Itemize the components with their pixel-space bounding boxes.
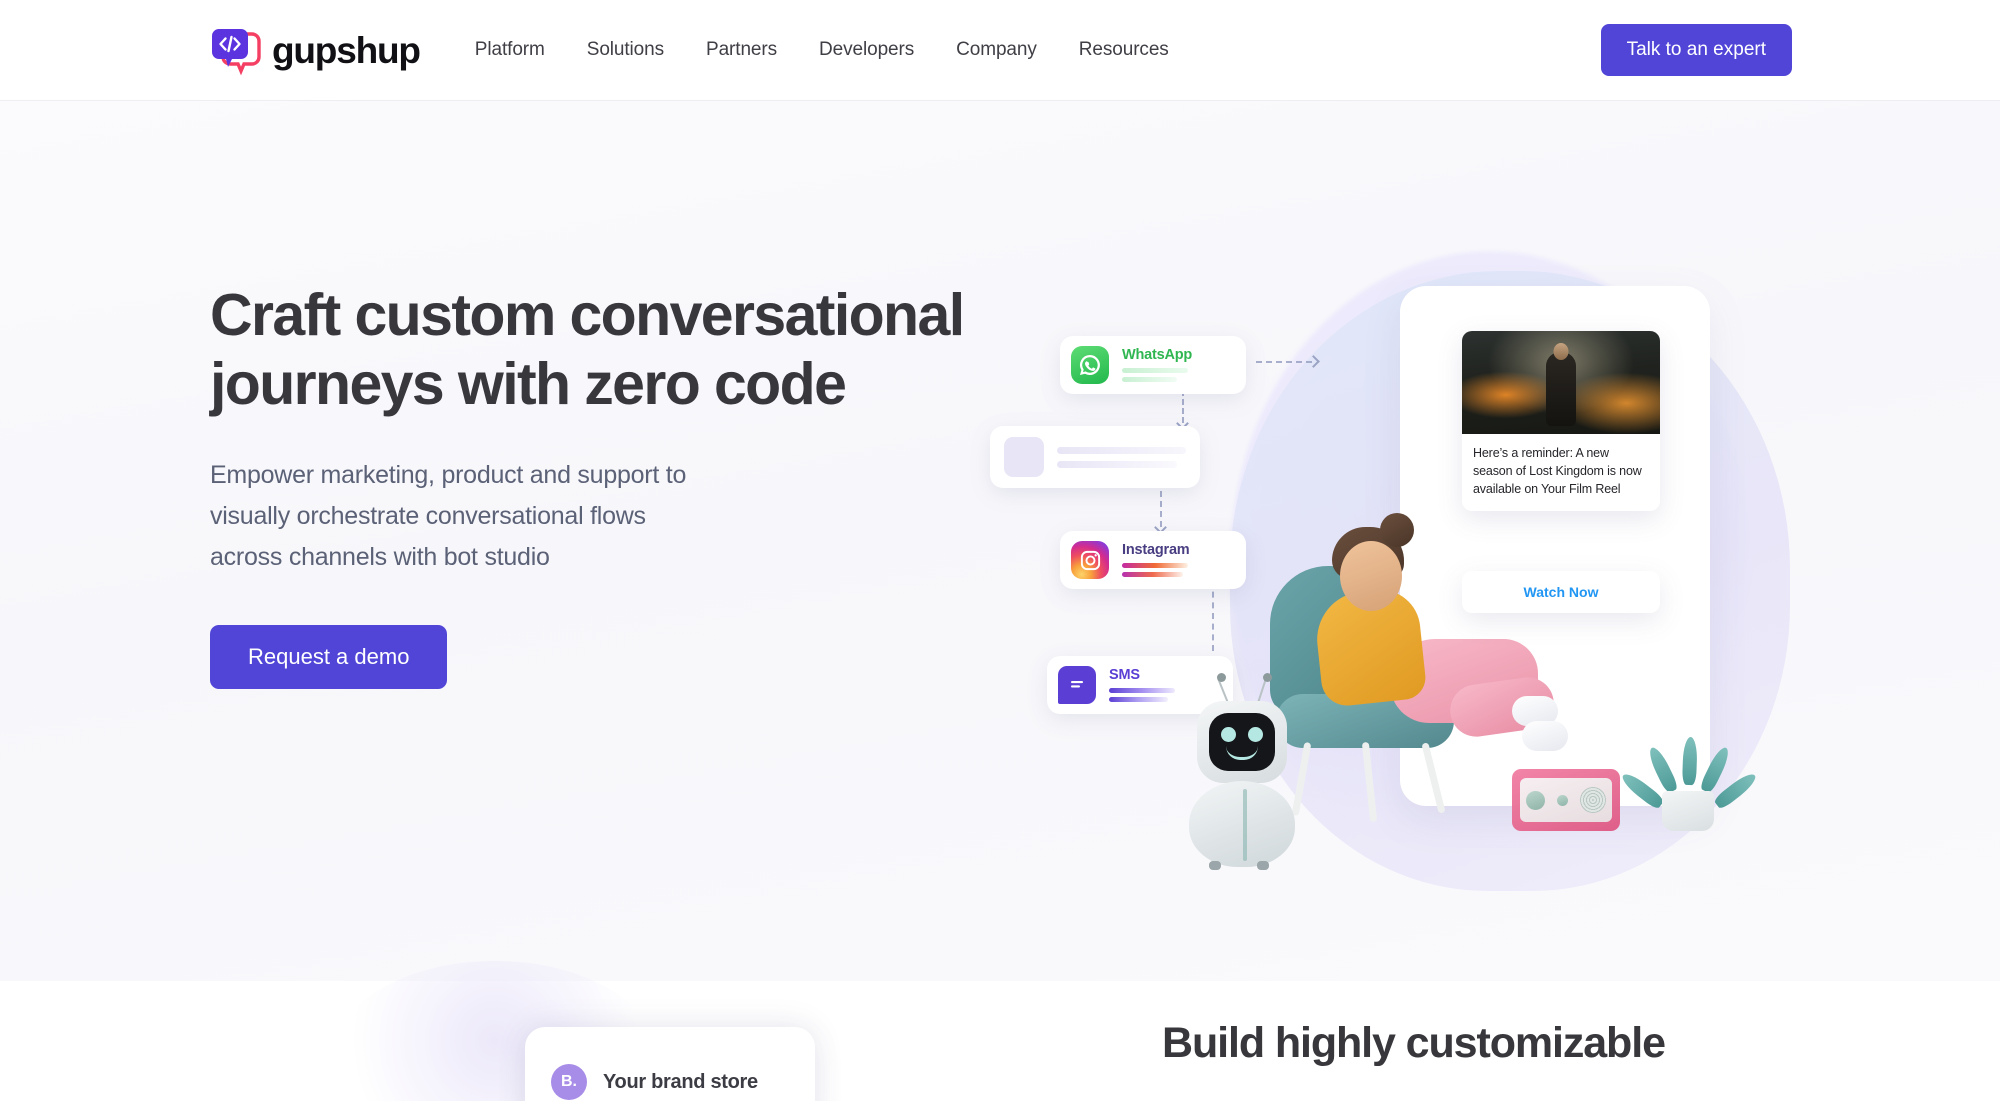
robot-eye bbox=[1248, 727, 1263, 742]
nav-item-platform[interactable]: Platform bbox=[475, 39, 545, 61]
hero-section: Craft custom conversational journeys wit… bbox=[0, 101, 2000, 981]
robot-head bbox=[1197, 701, 1287, 783]
brand-store-card[interactable]: B. Your brand store bbox=[525, 1027, 815, 1101]
placeholder-bar bbox=[1057, 460, 1177, 468]
robot-stripe bbox=[1243, 789, 1247, 861]
placeholder-bar bbox=[1122, 377, 1178, 383]
robot-body bbox=[1189, 781, 1295, 867]
brand-avatar: B. bbox=[551, 1064, 587, 1100]
message-card-figure-head bbox=[1553, 342, 1569, 360]
placeholder-bar bbox=[1122, 572, 1183, 578]
logo-text: gupshup bbox=[272, 29, 421, 71]
plant-leaf bbox=[1645, 744, 1680, 795]
instagram-placeholder-bars bbox=[1122, 563, 1188, 578]
placeholder-thumbnail bbox=[1004, 437, 1044, 477]
talk-to-expert-button[interactable]: Talk to an expert bbox=[1600, 24, 1792, 76]
hero-copy: Craft custom conversational journeys wit… bbox=[210, 281, 1070, 690]
hero-subtitle-line-1: Empower marketing, product and support t… bbox=[210, 461, 687, 490]
watch-now-button[interactable]: Watch Now bbox=[1462, 571, 1660, 613]
robot-eye bbox=[1221, 727, 1236, 742]
radio-knob bbox=[1526, 790, 1545, 810]
message-card-figure bbox=[1546, 342, 1576, 426]
whatsapp-icon bbox=[1071, 346, 1109, 384]
plant-leaf bbox=[1682, 736, 1698, 786]
nav-item-company[interactable]: Company bbox=[956, 39, 1037, 61]
hero-subtitle-line-3: across channels with bot studio bbox=[210, 542, 550, 571]
message-card-image bbox=[1462, 331, 1660, 434]
person-hair-bun bbox=[1380, 513, 1414, 547]
placeholder-bar bbox=[1057, 446, 1186, 454]
channel-chip-instagram[interactable]: Instagram bbox=[1060, 531, 1246, 589]
hero-illustration: WhatsApp Instagram SMS Here’s a reminder… bbox=[990, 241, 1790, 921]
site-header: gupshup Platform Solutions Partners Deve… bbox=[0, 0, 2000, 101]
placeholder-bar bbox=[1122, 563, 1188, 569]
hero-subtitle-line-2: visually orchestrate conversational flow… bbox=[210, 501, 646, 530]
robot-antenna-ball bbox=[1217, 673, 1226, 682]
message-card-text: Here’s a reminder: A new season of Lost … bbox=[1473, 446, 1642, 496]
whatsapp-chip-body: WhatsApp bbox=[1122, 346, 1193, 383]
instagram-chip-body: Instagram bbox=[1122, 541, 1190, 578]
placeholder-bar bbox=[1109, 688, 1175, 694]
channel-chip-whatsapp[interactable]: WhatsApp bbox=[1060, 336, 1246, 394]
brand-store-label: Your brand store bbox=[603, 1070, 758, 1093]
nav-item-developers[interactable]: Developers bbox=[819, 39, 914, 61]
instagram-icon bbox=[1071, 541, 1109, 579]
radio-panel bbox=[1520, 778, 1612, 822]
sms-placeholder-bars bbox=[1109, 688, 1175, 703]
connector-ig-to-sms bbox=[1212, 581, 1214, 651]
whatsapp-placeholder-bars bbox=[1122, 368, 1188, 383]
placeholder-bar bbox=[1122, 368, 1188, 374]
next-section-heading: Build highly customizable bbox=[1162, 1019, 1666, 1067]
request-demo-button[interactable]: Request a demo bbox=[210, 625, 448, 690]
sms-chip-body: SMS bbox=[1109, 666, 1175, 703]
plant-pot bbox=[1662, 791, 1714, 831]
nav-item-resources[interactable]: Resources bbox=[1079, 39, 1169, 61]
hero-subtitle: Empower marketing, product and support t… bbox=[210, 455, 1070, 577]
robot-wheel bbox=[1257, 861, 1269, 870]
radio-prop bbox=[1512, 769, 1620, 831]
nav-item-solutions[interactable]: Solutions bbox=[587, 39, 664, 61]
person-head bbox=[1340, 541, 1402, 611]
hero-title-line-1: Craft custom conversational bbox=[210, 282, 965, 348]
main-nav: Platform Solutions Partners Developers C… bbox=[475, 39, 1169, 61]
channel-name-whatsapp: WhatsApp bbox=[1122, 346, 1193, 363]
hero-title: Craft custom conversational journeys wit… bbox=[210, 281, 1070, 419]
radio-knob-small bbox=[1557, 794, 1568, 806]
radio-speaker-grill bbox=[1580, 787, 1606, 813]
robot-face bbox=[1209, 713, 1275, 771]
connector-wa-to-phone bbox=[1256, 361, 1312, 363]
message-card: Here’s a reminder: A new season of Lost … bbox=[1462, 331, 1660, 511]
logo[interactable]: gupshup bbox=[210, 24, 421, 76]
robot-smile bbox=[1226, 746, 1258, 760]
nav-item-partners[interactable]: Partners bbox=[706, 39, 777, 61]
robot-antenna bbox=[1217, 678, 1229, 704]
sms-bubble-icon bbox=[1058, 666, 1096, 704]
plant-prop bbox=[1618, 721, 1760, 831]
channel-chip-placeholder bbox=[990, 426, 1200, 488]
code-speech-bubble-icon bbox=[210, 24, 262, 76]
person-sock bbox=[1522, 721, 1568, 751]
robot-illustration bbox=[1175, 671, 1315, 871]
placeholder-bar bbox=[1109, 697, 1169, 703]
channel-name-sms: SMS bbox=[1109, 666, 1140, 683]
next-section: B. Your brand store Build highly customi… bbox=[0, 961, 2000, 1101]
hero-title-line-2: journeys with zero code bbox=[210, 351, 847, 418]
robot-wheel bbox=[1209, 861, 1221, 870]
placeholder-bars bbox=[1057, 446, 1186, 468]
robot-antenna-ball bbox=[1263, 673, 1272, 682]
channel-name-instagram: Instagram bbox=[1122, 541, 1190, 558]
